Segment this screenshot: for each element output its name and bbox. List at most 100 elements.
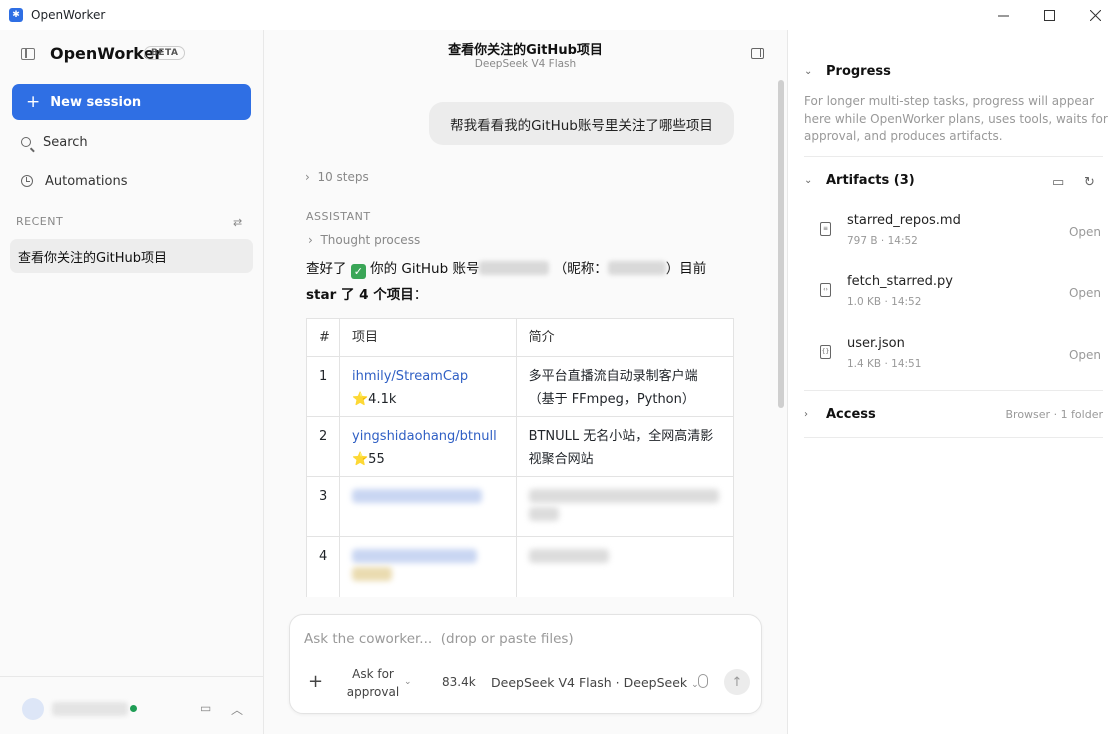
- new-session-button[interactable]: + New session: [12, 84, 251, 120]
- send-button[interactable]: ↑: [724, 669, 750, 695]
- microphone-icon[interactable]: [698, 674, 708, 688]
- artifacts-section-header[interactable]: ⌄ Artifacts (3): [804, 173, 915, 188]
- page-title: 查看你关注的GitHub项目: [448, 43, 603, 58]
- filter-icon[interactable]: ⇄: [233, 216, 242, 229]
- divider: [804, 156, 1103, 157]
- column-header: #: [307, 318, 340, 357]
- artifact-item[interactable]: {} user.json 1.4 KB · 14:51 Open: [804, 335, 1103, 385]
- artifact-meta: 797 B · 14:52: [847, 235, 918, 247]
- redacted-repo-cell: [340, 537, 517, 597]
- new-session-label: New session: [50, 94, 142, 110]
- open-button[interactable]: Open: [1069, 348, 1101, 362]
- model-select[interactable]: DeepSeek V4 Flash · DeepSeek ⌄: [491, 675, 699, 690]
- artifact-item[interactable]: ≡ starred_repos.md 797 B · 14:52 Open: [804, 212, 1103, 262]
- open-button[interactable]: Open: [1069, 225, 1101, 239]
- online-status-dot: [130, 705, 137, 712]
- repo-link[interactable]: yingshidaohang/btnull: [352, 425, 504, 448]
- refresh-icon[interactable]: ↻: [1084, 175, 1095, 190]
- star-count: ⭐55: [352, 452, 385, 467]
- redacted-description: [528, 507, 559, 521]
- redacted-repo-cell: [340, 477, 517, 536]
- redacted-username: [52, 702, 128, 716]
- minimize-button[interactable]: [980, 0, 1026, 30]
- arrow-up-icon: ↑: [731, 674, 743, 690]
- section-title: Artifacts (3): [826, 173, 915, 188]
- plus-icon: +: [26, 92, 41, 112]
- redacted-stars: [352, 567, 392, 581]
- model-label: DeepSeek V4 Flash · DeepSeek: [491, 675, 688, 690]
- close-button[interactable]: [1072, 0, 1118, 30]
- chevron-right-icon: ›: [804, 409, 808, 420]
- avatar[interactable]: [22, 698, 44, 720]
- folder-icon[interactable]: ▭: [1052, 175, 1064, 190]
- section-title: Progress: [826, 64, 891, 79]
- chevron-right-icon: ›: [305, 170, 310, 184]
- chevron-up-icon[interactable]: ︿: [231, 701, 243, 718]
- thought-process-toggle[interactable]: › Thought process: [308, 233, 420, 247]
- description-cell: 多平台直播流自动录制客户端（基于 FFmpeg，Python）: [517, 357, 734, 416]
- open-button[interactable]: Open: [1069, 286, 1101, 300]
- close-icon: [1089, 9, 1101, 21]
- attach-plus-icon[interactable]: +: [308, 671, 323, 692]
- chevron-down-icon: ⌄: [404, 677, 412, 687]
- title-bar: ✱ OpenWorker: [0, 0, 1118, 30]
- sidebar-item-automations[interactable]: Automations: [12, 165, 251, 197]
- section-title: Access: [826, 407, 876, 422]
- artifact-item[interactable]: ‹› fetch_starred.py 1.0 KB · 14:52 Open: [804, 273, 1103, 323]
- chevron-right-icon: ›: [308, 233, 313, 247]
- code-file-icon: {}: [820, 345, 831, 359]
- repo-link[interactable]: ihmily/StreamCap: [352, 365, 504, 388]
- approval-mode-select[interactable]: Ask for approval: [346, 665, 400, 701]
- user-message: 帮我看看我的GitHub账号里关注了哪些项目: [429, 102, 734, 145]
- row-number: 2: [307, 417, 340, 476]
- message-input[interactable]: [304, 631, 744, 647]
- answer-text: 你的 GitHub 账号: [370, 261, 480, 277]
- column-header: 简介: [517, 318, 734, 357]
- recent-label: RECENT: [16, 215, 64, 228]
- answer-text: ）目前: [665, 261, 707, 277]
- repo-cell: ihmily/StreamCap ⭐4.1k: [340, 357, 517, 416]
- model-subtitle: DeepSeek V4 Flash: [474, 58, 577, 70]
- chat-area: 查看你关注的GitHub项目 DeepSeek V4 Flash 帮我看看我的G…: [264, 30, 787, 734]
- token-count: 83.4k: [442, 675, 476, 689]
- steps-label: 10 steps: [317, 170, 369, 184]
- assistant-label: ASSISTANT: [306, 210, 371, 223]
- sidebar-toggle-icon[interactable]: [21, 48, 35, 60]
- answer-text: ：: [413, 287, 428, 303]
- answer-text: （昵称：: [553, 261, 608, 277]
- check-icon: ✓: [350, 264, 366, 279]
- chevron-down-icon: ⌄: [804, 66, 813, 77]
- artifact-meta: 1.4 KB · 14:51: [847, 358, 922, 370]
- access-meta: Browser · 1 folder: [1005, 408, 1104, 421]
- redacted-repo: [352, 549, 477, 563]
- panel-toggle-icon[interactable]: [751, 48, 764, 59]
- row-number: 3: [307, 477, 340, 536]
- inbox-icon[interactable]: ▭: [200, 701, 211, 715]
- redacted-description-cell: [517, 537, 734, 597]
- redacted-description: [528, 489, 719, 503]
- beta-badge: BETA: [144, 46, 186, 60]
- answer-bold: star 了 4 个项目: [306, 287, 414, 303]
- steps-toggle[interactable]: › 10 steps: [305, 170, 369, 184]
- scrollbar[interactable]: [778, 80, 784, 408]
- redacted-description-cell: [517, 477, 734, 536]
- table-row: 3: [307, 477, 734, 537]
- recent-session-item[interactable]: 查看你关注的GitHub项目: [10, 239, 253, 273]
- maximize-button[interactable]: [1026, 0, 1072, 30]
- side-panel: ⌄ Progress For longer multi-step tasks, …: [787, 30, 1118, 734]
- redacted-description: [528, 549, 609, 563]
- sidebar-item-search[interactable]: Search: [12, 126, 251, 158]
- window-controls: [980, 0, 1118, 30]
- column-header: 项目: [340, 318, 517, 357]
- artifact-name: user.json: [847, 336, 905, 351]
- minimize-icon: [997, 15, 1009, 16]
- access-section-header[interactable]: › Access: [804, 407, 876, 422]
- description-cell: BTNULL 无名小站，全网高清影视聚合网站: [517, 417, 734, 476]
- table-row: 4: [307, 537, 734, 597]
- redacted-repo: [352, 489, 482, 503]
- maximize-icon: [1043, 9, 1055, 21]
- redacted-account: [479, 261, 550, 275]
- progress-section-header[interactable]: ⌄ Progress: [804, 64, 891, 79]
- sidebar: OpenWorker BETA + New session Search Aut…: [0, 30, 264, 734]
- code-file-icon: ‹›: [820, 283, 831, 297]
